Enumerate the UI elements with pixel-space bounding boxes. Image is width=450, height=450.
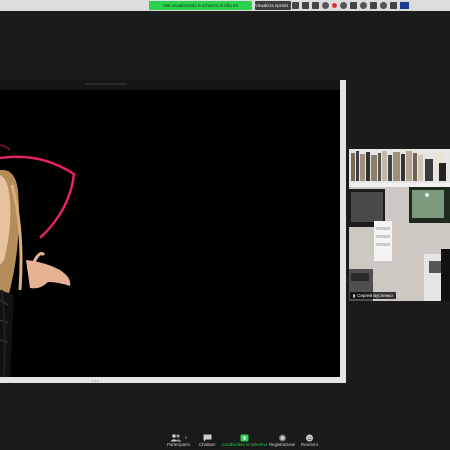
titlebar-tab bbox=[85, 83, 127, 85]
record-icon[interactable] bbox=[332, 3, 337, 8]
participants-button[interactable]: 2 Partecipanti bbox=[167, 433, 190, 447]
participant-video-feed bbox=[349, 149, 450, 301]
participants-label: Partecipanti bbox=[167, 442, 190, 447]
reactions-button[interactable]: Reazioni bbox=[301, 433, 318, 447]
control-center-icon[interactable] bbox=[390, 2, 397, 9]
shared-window-bottom-bar: • • • bbox=[0, 377, 340, 383]
app-icon[interactable] bbox=[302, 2, 309, 9]
dropbox-icon[interactable] bbox=[292, 2, 299, 9]
participants-icon: 2 bbox=[170, 433, 187, 442]
participants-count: 2 bbox=[184, 435, 187, 440]
participant-name-text: Сергей Бусленко bbox=[357, 293, 393, 298]
shared-window-titlebar bbox=[0, 80, 346, 90]
search-icon[interactable] bbox=[380, 2, 387, 9]
record-label: Registrazione bbox=[269, 442, 296, 447]
battery-icon[interactable] bbox=[370, 2, 377, 9]
person-icon[interactable] bbox=[322, 2, 329, 9]
share-screen-button[interactable]: Condividere lo schermo bbox=[222, 433, 267, 447]
menu-bar: Stai visualizzando lo schermo di Villa S… bbox=[0, 0, 450, 11]
shared-screen-window[interactable]: • • • bbox=[0, 80, 346, 383]
participant-name-label: ▮ Сергей Бусленко bbox=[350, 292, 396, 299]
shared-screen-content bbox=[0, 90, 340, 377]
view-options-button[interactable]: Visualizza opzioni ⌄ bbox=[255, 1, 293, 10]
chat-icon bbox=[203, 433, 212, 442]
record-icon bbox=[278, 433, 287, 442]
reactions-icon bbox=[305, 433, 314, 442]
audio-icon[interactable] bbox=[360, 2, 367, 9]
meeting-toolbar: 2 Partecipanti Chattare Condividere lo s… bbox=[0, 431, 450, 450]
participant-video-tile[interactable]: ▮ Сергей Бусленко bbox=[349, 149, 450, 301]
shared-window-scrollbar[interactable] bbox=[340, 80, 346, 383]
cloud-icon[interactable] bbox=[340, 2, 347, 9]
share-screen-label: Condividere lo schermo bbox=[222, 442, 268, 447]
wifi-icon[interactable] bbox=[350, 2, 357, 9]
chat-label: Chattare bbox=[199, 442, 216, 447]
shared-video-frame bbox=[0, 90, 340, 377]
resize-dots-icon: • • • bbox=[92, 378, 99, 383]
screen-share-banner[interactable]: Stai visualizzando lo schermo di Villa S… bbox=[149, 1, 252, 10]
reactions-label: Reazioni bbox=[301, 442, 318, 447]
meeting-view: • • • ▮ Сергей Бусленко bbox=[0, 11, 450, 431]
mail-icon[interactable] bbox=[312, 2, 319, 9]
chat-button[interactable]: Chattare bbox=[199, 433, 215, 447]
zoom-app-icon[interactable] bbox=[400, 2, 409, 9]
share-screen-icon bbox=[240, 433, 249, 442]
record-button[interactable]: Registrazione bbox=[269, 433, 295, 447]
mic-icon: ▮ bbox=[353, 293, 356, 298]
